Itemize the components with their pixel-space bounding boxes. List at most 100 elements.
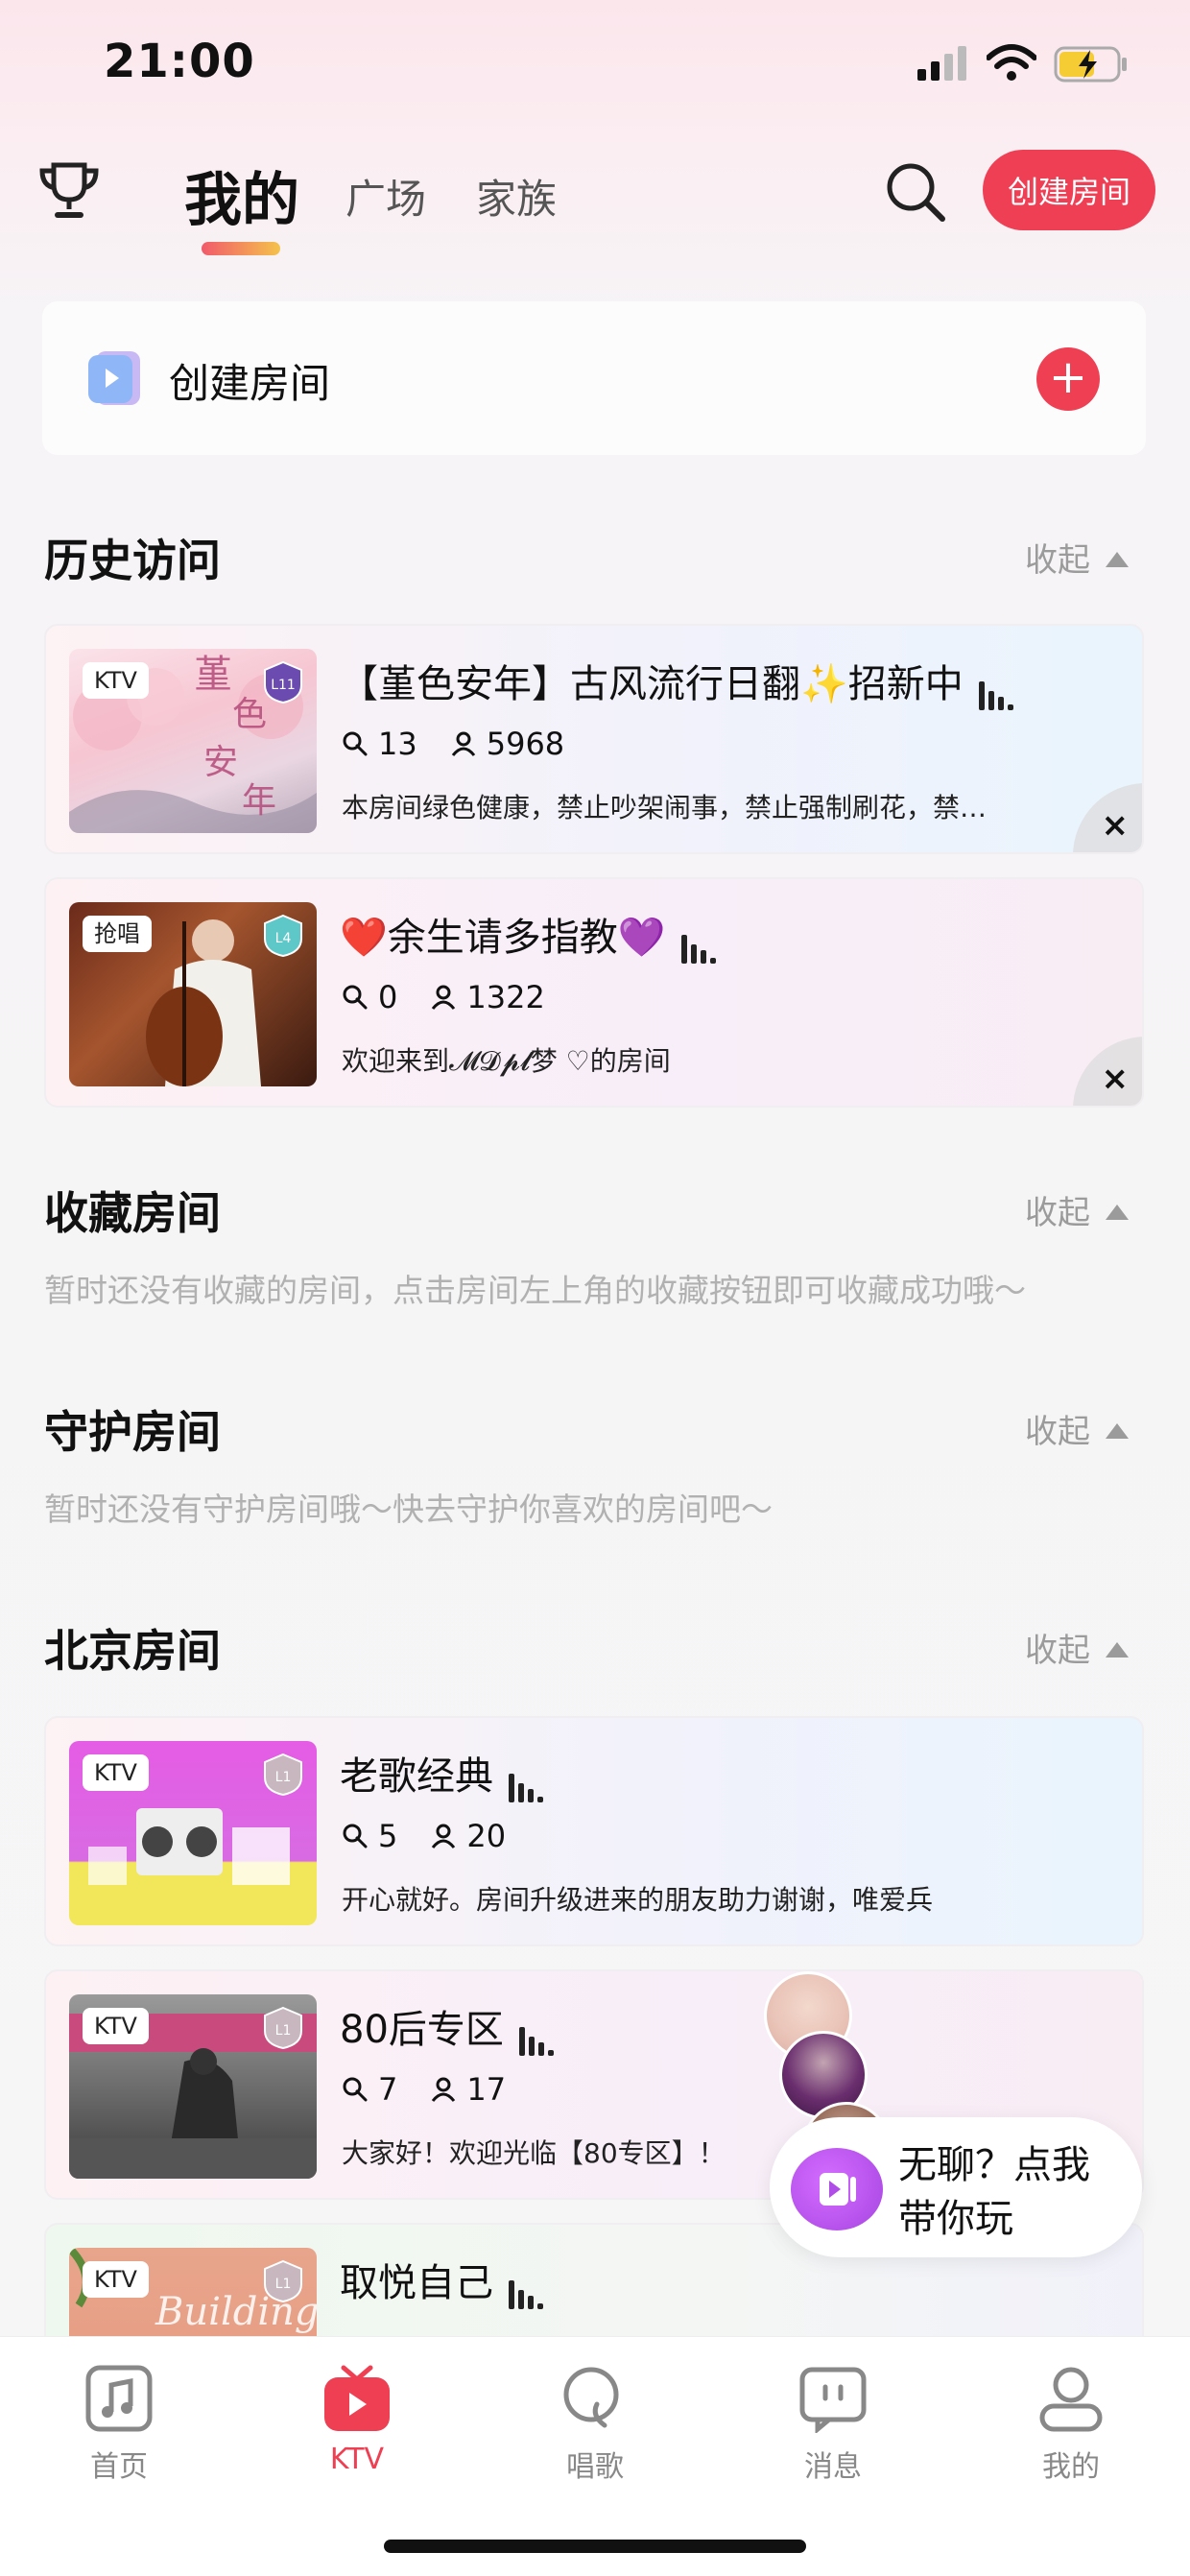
helper-text: 无聊？点我 带你玩	[898, 2138, 1090, 2246]
listener-count: 20	[466, 1818, 507, 1854]
add-room-plus-button[interactable]: +	[1036, 347, 1100, 411]
room-description: 本房间绿色健康，禁止吵架闹事，禁止强制刷花，禁…	[342, 792, 988, 823]
history-room-card[interactable]: 堇 色 安 年 KTV L11 【堇色安年】古风流行日翻✨招新中 13 5968…	[44, 624, 1144, 854]
svg-text:L1: L1	[275, 2023, 292, 2039]
svg-text:年: 年	[242, 781, 276, 821]
nav-home[interactable]: 首页	[52, 2364, 186, 2485]
nav-label: 首页	[90, 2450, 148, 2484]
top-header: 我的 广场 家族 创建房间	[0, 134, 1190, 269]
create-room-label: 创建房间	[169, 360, 331, 407]
nav-ktv[interactable]: KTV	[290, 2364, 424, 2476]
listener-count: 17	[466, 2071, 507, 2108]
video-room-icon	[88, 351, 140, 405]
room-description: 欢迎来到𝓜𝓓𝓹𝓵梦 ♡的房间	[342, 1045, 671, 1077]
level-shield-icon: L1	[264, 1753, 302, 1797]
collapse-history-button[interactable]: 收起	[1025, 534, 1129, 581]
mic-icon	[343, 985, 368, 1010]
room-title: 取悦自己	[340, 2252, 547, 2309]
caret-up-icon	[1106, 1205, 1129, 1220]
section-title-favorites: 收藏房间	[44, 1187, 221, 1239]
nav-profile[interactable]: 我的	[1004, 2364, 1138, 2485]
battery-charging-icon	[1054, 46, 1127, 83]
room-description: 开心就好。房间升级进来的朋友助力谢谢，唯爱兵	[342, 1884, 934, 1916]
create-room-button[interactable]: 创建房间	[983, 150, 1155, 230]
room-type-badge: KTV	[83, 2261, 149, 2298]
audio-bars-icon	[509, 2265, 547, 2309]
caret-up-icon	[1106, 552, 1129, 567]
level-shield-icon: L1	[264, 2259, 302, 2303]
audio-bars-icon	[680, 919, 720, 964]
room-type-badge: KTV	[83, 2008, 149, 2044]
svg-text:色: 色	[232, 695, 267, 734]
room-title: 老歌经典	[340, 1745, 547, 1802]
tab-mine[interactable]: 我的	[184, 154, 299, 237]
status-time: 21:00	[104, 35, 255, 88]
svg-text:L1: L1	[275, 1770, 292, 1785]
room-title-text: 【堇色安年】古风流行日翻✨招新中	[340, 662, 964, 706]
room-title-text: 老歌经典	[340, 1754, 493, 1799]
boredom-helper-button[interactable]: 无聊？点我 带你玩	[770, 2117, 1142, 2257]
active-tab-indicator	[202, 242, 280, 255]
collapse-label: 收起	[1025, 541, 1090, 580]
svg-text:L11: L11	[271, 678, 296, 693]
room-stats: 0 1322	[342, 979, 545, 1015]
room-thumbnail: KTV L1	[69, 1994, 317, 2179]
section-title-history: 历史访问	[44, 535, 221, 586]
level-shield-icon: L1	[264, 2006, 302, 2050]
svg-text:L1: L1	[275, 2277, 292, 2292]
create-room-card[interactable]: 创建房间 +	[42, 301, 1146, 455]
person-icon	[432, 985, 456, 1010]
room-type-badge: KTV	[83, 1754, 149, 1791]
mic-count: 5	[378, 1818, 398, 1854]
audio-bars-icon	[509, 1758, 547, 1802]
message-icon	[799, 2367, 867, 2433]
listener-count: 1322	[466, 979, 545, 1015]
collapse-beijing-button[interactable]: 收起	[1025, 1624, 1129, 1671]
tab-family[interactable]: 家族	[476, 167, 557, 226]
caret-up-icon	[1106, 1423, 1129, 1439]
nav-label: 我的	[1042, 2450, 1100, 2484]
floating-helper[interactable]: 无聊？点我 带你玩	[764, 1971, 1148, 2259]
section-title-beijing: 北京房间	[44, 1625, 221, 1677]
room-title: 80后专区	[340, 1998, 558, 2056]
helper-line2: 带你玩	[898, 2197, 1013, 2241]
room-title-text: 取悦自己	[340, 2261, 493, 2305]
collapse-guard-button[interactable]: 收起	[1025, 1405, 1129, 1452]
person-icon	[432, 1824, 456, 1849]
mic-count: 0	[378, 979, 398, 1015]
history-room-card[interactable]: 抢唱 L4 ❤️余生请多指教💜 0 1322 欢迎来到𝓜𝓓𝓹𝓵梦 ♡的房间 ×	[44, 877, 1144, 1108]
room-stats: 13 5968	[342, 726, 564, 762]
search-icon[interactable]	[881, 157, 950, 227]
person-icon	[432, 2077, 456, 2102]
status-bar: 21:00	[0, 0, 1190, 125]
room-title: 【堇色安年】古风流行日翻✨招新中	[340, 653, 1017, 710]
mic-count: 7	[378, 2071, 398, 2108]
trophy-icon[interactable]	[36, 157, 102, 223]
room-thumbnail: 堇 色 安 年 KTV L11	[69, 649, 317, 833]
collapse-label: 收起	[1025, 1194, 1090, 1232]
svg-text:L4: L4	[275, 931, 292, 946]
tab-square[interactable]: 广场	[345, 167, 426, 226]
svg-text:堇: 堇	[194, 653, 232, 697]
room-title-text: 80后专区	[340, 2008, 504, 2052]
favorites-empty-note: 暂时还没有收藏的房间，点击房间左上角的收藏按钮即可收藏成功哦～	[44, 1272, 1026, 1309]
room-stats: 5 20	[342, 1818, 506, 1854]
collapse-label: 收起	[1025, 1632, 1090, 1670]
ktv-tv-icon	[324, 2365, 390, 2431]
section-title-guard: 守护房间	[44, 1406, 221, 1458]
nav-label: 消息	[804, 2450, 862, 2484]
beijing-room-card[interactable]: KTV L1 老歌经典 5 20 开心就好。房间升级进来的朋友助力谢谢，唯爱兵	[44, 1716, 1144, 1946]
mic-icon	[343, 1824, 368, 1849]
nav-messages[interactable]: 消息	[766, 2364, 900, 2485]
room-thumbnail: 抢唱 L4	[69, 902, 317, 1086]
room-stats: 7 17	[342, 2071, 506, 2108]
level-shield-icon: L11	[264, 660, 302, 704]
collapse-favorites-button[interactable]: 收起	[1025, 1186, 1129, 1233]
cellular-signal-icon	[917, 46, 966, 81]
home-indicator[interactable]	[384, 2540, 806, 2553]
audio-bars-icon	[518, 2012, 558, 2056]
mic-count: 13	[378, 726, 417, 762]
nav-label: 唱歌	[566, 2450, 624, 2484]
collapse-label: 收起	[1025, 1413, 1090, 1451]
nav-sing[interactable]: 唱歌	[528, 2364, 662, 2485]
